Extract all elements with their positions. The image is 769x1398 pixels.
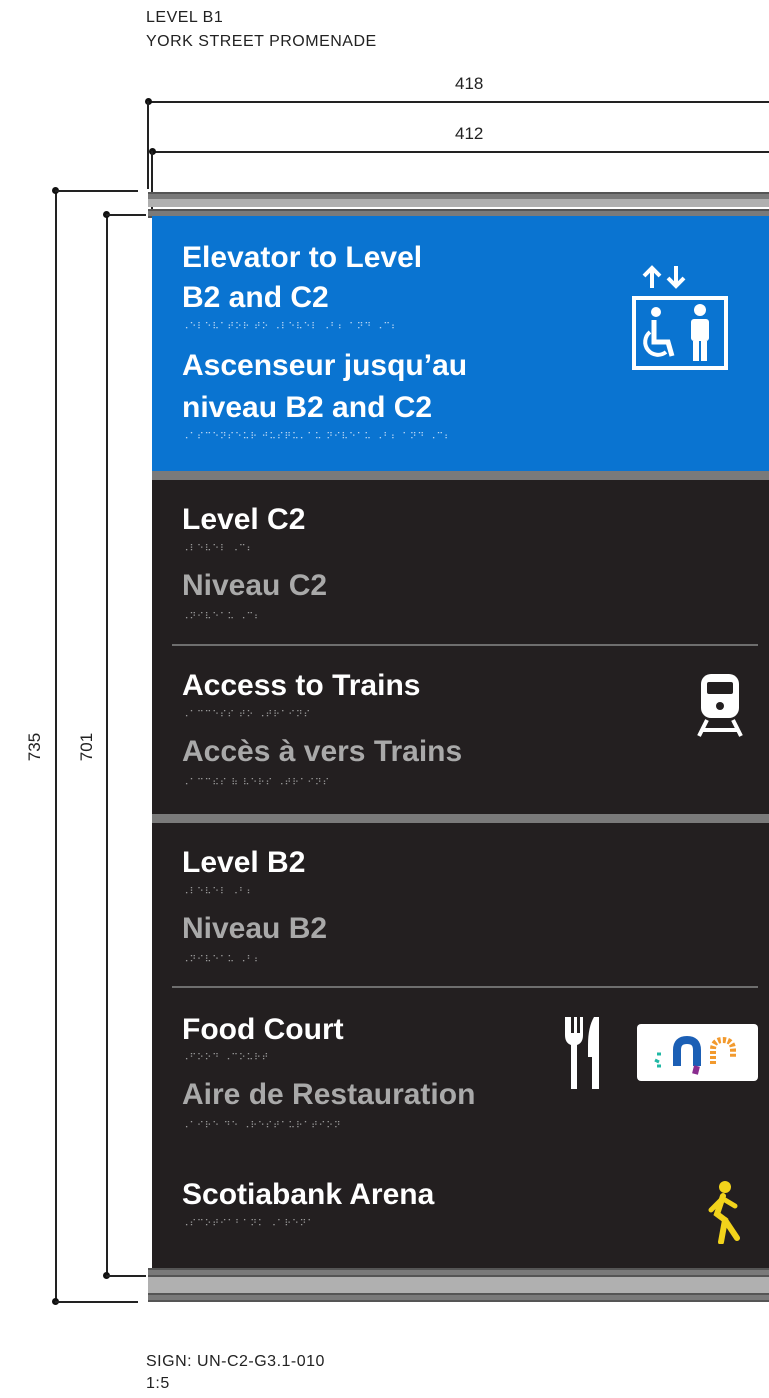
braille-en: ⠠⠇⠑⠧⠑⠇ ⠠⠃⠆ xyxy=(182,887,255,897)
level-c2-fr: Niveau C2 xyxy=(182,569,328,602)
outer-width-label: 418 xyxy=(455,74,484,93)
trains-en: Access to Trains xyxy=(182,669,421,702)
inner-width-label: 412 xyxy=(455,124,484,143)
outer-width-extension xyxy=(147,101,149,189)
outer-height-extension xyxy=(55,190,138,192)
fork-knife-icon xyxy=(565,1017,599,1089)
level-b2-panel: Level B2 ⠠⠇⠑⠧⠑⠇ ⠠⠃⠆ Niveau B2 ⠠⠝⠊⠧⠑⠁⠥ ⠠⠃… xyxy=(152,823,769,1268)
bottom-rail-inner xyxy=(148,1268,769,1277)
outer-height-extension xyxy=(55,1301,138,1303)
elevator-accessible-icon xyxy=(632,265,728,370)
outer-height-label: 735 xyxy=(25,732,44,762)
rail-channel xyxy=(148,1277,769,1293)
inner-height-extension xyxy=(106,214,146,216)
scale-label: 1:5 xyxy=(146,1375,170,1392)
level-b2-en: Level B2 xyxy=(182,846,306,879)
row-divider xyxy=(172,986,758,988)
elevator-title-fr-1: Ascenseur jusqu’au xyxy=(182,349,468,382)
row-divider xyxy=(172,644,758,646)
inner-height-line xyxy=(106,214,108,1276)
braille-fr: ⠠⠝⠊⠧⠑⠁⠥ ⠠⠉⠆ xyxy=(182,612,262,622)
bottom-rail xyxy=(148,1293,769,1302)
path-logo-icon xyxy=(654,1035,736,1075)
outer-height-line xyxy=(55,190,57,1302)
level-c2-panel: Level C2 ⠠⠇⠑⠧⠑⠇ ⠠⠉⠆ Niveau C2 ⠠⠝⠊⠧⠑⠁⠥ ⠠⠉… xyxy=(152,480,769,814)
pedestrian-icon xyxy=(708,1181,740,1244)
food-court-en: Food Court xyxy=(182,1013,344,1046)
braille-en: ⠠⠋⠕⠕⠙ ⠠⠉⠕⠥⠗⠞ xyxy=(182,1053,270,1063)
scotiabank-arena-en: Scotiabank Arena xyxy=(182,1178,435,1211)
braille-en: ⠠⠁⠉⠉⠑⠎⠎ ⠞⠕ ⠠⠞⠗⠁⠊⠝⠎ xyxy=(182,710,312,720)
braille-fr: ⠠⠁⠊⠗⠑ ⠙⠑ ⠠⠗⠑⠎⠞⠁⠥⠗⠁⠞⠊⠕⠝ xyxy=(182,1121,342,1131)
braille-fr: ⠠⠝⠊⠧⠑⠁⠥ ⠠⠃⠆ xyxy=(182,955,262,965)
panel-separator xyxy=(152,471,769,480)
braille-en: ⠠⠇⠑⠧⠑⠇ ⠠⠉⠆ xyxy=(182,544,255,554)
inner-height-extension xyxy=(106,1275,146,1277)
level-c2-en: Level C2 xyxy=(182,503,306,536)
panel-separator xyxy=(152,814,769,823)
braille-fr: ⠠⠁⠉⠉⠮⠎ ⠷ ⠧⠑⠗⠎ ⠠⠞⠗⠁⠊⠝⠎ xyxy=(182,778,331,788)
path-logo xyxy=(637,1024,758,1081)
train-icon xyxy=(697,674,743,737)
level-b2-fr: Niveau B2 xyxy=(182,912,328,945)
braille-en: ⠠⠎⠉⠕⠞⠊⠁⠃⠁⠝⠅ ⠠⠁⠗⠑⠝⠁ xyxy=(182,1219,315,1229)
outer-width-line xyxy=(148,101,769,103)
food-court-fr: Aire de Restauration xyxy=(182,1078,476,1111)
elevator-title-en-1: Elevator to Level xyxy=(182,241,423,274)
elevator-panel: Elevator to Level B2 and C2 ⠠⠑⠇⠑⠧⠁⠞⠕⠗ ⠞⠕… xyxy=(152,216,769,471)
level-label: LEVEL B1 xyxy=(146,9,224,26)
inner-height-label: 701 xyxy=(77,732,96,762)
braille-en: ⠠⠑⠇⠑⠧⠁⠞⠕⠗ ⠞⠕ ⠠⠇⠑⠧⠑⠇ ⠠⠃⠆ ⠁⠝⠙ ⠠⠉⠆ xyxy=(182,322,399,332)
sign-id: SIGN: UN-C2-G3.1-010 xyxy=(146,1353,325,1370)
rail-channel xyxy=(148,199,769,207)
elevator-title-en-2: B2 and C2 xyxy=(182,281,329,314)
elevator-title-fr-2: niveau B2 and C2 xyxy=(182,391,433,424)
trains-fr: Accès à vers Trains xyxy=(182,735,463,768)
inner-width-line xyxy=(152,151,769,153)
braille-fr: ⠠⠁⠎⠉⠑⠝⠎⠑⠥⠗ ⠚⠥⠎⠟⠥⠄⠁⠥ ⠝⠊⠧⠑⠁⠥ ⠠⠃⠆ ⠁⠝⠙ ⠠⠉⠆ xyxy=(182,432,452,442)
location-label: YORK STREET PROMENADE xyxy=(146,33,377,50)
